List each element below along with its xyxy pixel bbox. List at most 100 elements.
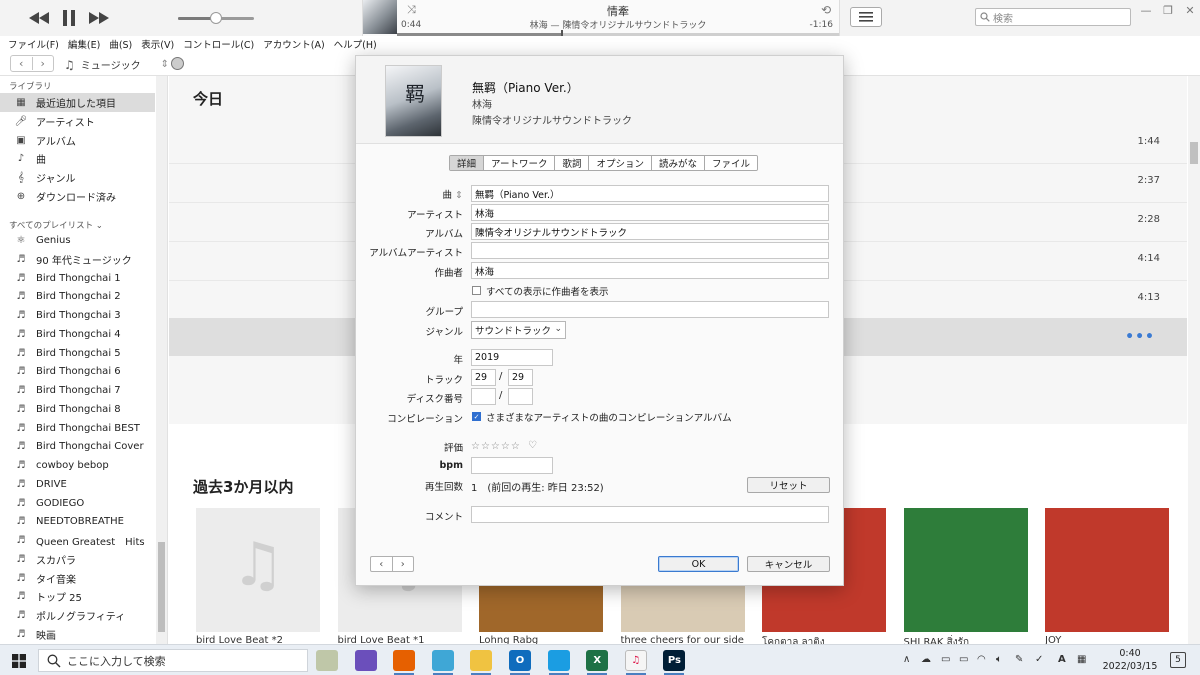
playlist-item[interactable]: ♬ Bird Thongchai 2 xyxy=(0,287,155,306)
chevron-up-icon[interactable]: ∧ xyxy=(903,654,910,665)
input-mode-indicator[interactable]: A xyxy=(1058,654,1066,665)
group-field[interactable] xyxy=(471,301,829,318)
playlist-item[interactable]: ♬ 90 年代ミュージック xyxy=(0,250,155,269)
language-icon[interactable]: ✓ xyxy=(1035,654,1043,665)
dialog-tab[interactable]: 読みがな xyxy=(651,156,705,170)
album-caption[interactable]: Lohng Rabg xyxy=(479,635,603,644)
close-icon[interactable]: ✕ xyxy=(1182,4,1198,18)
genre-select[interactable]: サウンドトラック ⌄ xyxy=(471,321,566,339)
up-next-button[interactable] xyxy=(850,7,882,27)
now-playing-artwork[interactable] xyxy=(363,0,397,34)
network-icon[interactable]: ▭ xyxy=(941,654,950,665)
menu-item[interactable]: ヘルプ(H) xyxy=(334,37,377,51)
year-field[interactable]: 2019 xyxy=(471,349,553,366)
back-arrow-icon[interactable]: ‹ xyxy=(11,57,33,70)
comment-field[interactable] xyxy=(471,506,829,523)
playlist-item[interactable]: ♬ GODIEGO xyxy=(0,494,155,513)
dialog-tab[interactable]: 詳細 xyxy=(450,156,485,170)
windows-start-icon[interactable] xyxy=(12,654,26,671)
track-total-field[interactable]: 29 xyxy=(508,369,533,386)
playlist-item[interactable]: ♬ Bird Thongchai Cover xyxy=(0,437,155,456)
dialog-tab[interactable]: オプション xyxy=(589,156,652,170)
playlist-item[interactable]: ♬ NEEDTOBREATHE xyxy=(0,512,155,531)
playlist-item[interactable]: ♬ Bird Thongchai 7 xyxy=(0,381,155,400)
more-options-icon[interactable]: ••• xyxy=(1125,329,1155,345)
next-track-icon[interactable] xyxy=(88,8,110,28)
menu-item[interactable]: 表示(V) xyxy=(141,37,174,51)
notifications-icon[interactable]: 5 xyxy=(1170,652,1186,668)
ime-icon[interactable]: ▦ xyxy=(1077,654,1086,665)
disc-total-field[interactable] xyxy=(508,388,533,405)
album-caption[interactable]: three cheers for our side xyxy=(621,635,745,644)
volume-icon[interactable]: 🔈︎ xyxy=(996,654,1002,665)
playlist-item[interactable]: ♬ ポルノグラフィティ xyxy=(0,606,155,625)
repeat-icon[interactable]: ⟲ xyxy=(821,3,831,17)
previous-track-arrow-icon[interactable]: ‹ xyxy=(371,557,393,571)
previous-track-icon[interactable] xyxy=(28,8,50,28)
ok-button[interactable]: OK xyxy=(658,556,739,572)
composer-field[interactable]: 林海 xyxy=(471,262,829,279)
system-clock[interactable]: 0:40 2022/03/15 xyxy=(1100,647,1160,673)
minimize-icon[interactable]: — xyxy=(1138,4,1154,18)
excel-app-icon[interactable]: X xyxy=(586,650,609,671)
bpm-field[interactable] xyxy=(471,457,553,474)
volume-knob[interactable] xyxy=(210,12,222,24)
dialog-tab[interactable]: 歌詞 xyxy=(555,156,590,170)
playlist-item[interactable]: ♬ Bird Thongchai 1 xyxy=(0,269,155,288)
taskbar-search-input[interactable]: ここに入力して検索 xyxy=(38,649,308,672)
album-caption[interactable]: bird Love Beat *1 xyxy=(338,635,462,644)
playlist-item[interactable]: ♬ Bird Thongchai 6 xyxy=(0,362,155,381)
sidebar-item[interactable]: ⊕ ダウンロード済み xyxy=(0,187,155,206)
album-cover[interactable] xyxy=(903,508,1028,632)
album-artist-field[interactable] xyxy=(471,242,829,259)
playlists-heading[interactable]: すべてのプレイリスト ⌄ xyxy=(9,219,103,231)
playlist-item[interactable]: ⚛ Genius xyxy=(0,231,155,250)
show-composer-checkbox[interactable] xyxy=(472,286,481,295)
playlist-item[interactable]: ♬ 映画 xyxy=(0,625,155,644)
dialog-tab[interactable]: アートワーク xyxy=(484,156,556,170)
album-cover[interactable] xyxy=(1045,508,1169,632)
menu-item[interactable]: 編集(E) xyxy=(68,37,100,51)
restore-icon[interactable]: ❐ xyxy=(1160,4,1176,18)
cloud-icon[interactable]: ☁ xyxy=(921,654,931,665)
edge-app-icon[interactable] xyxy=(547,650,570,671)
album-caption[interactable]: SHI RAK สิ่งรัก xyxy=(904,635,1028,644)
playlist-item[interactable]: ♬ スカパラ xyxy=(0,550,155,569)
sidebar-item[interactable]: 𝄞 ジャンル xyxy=(0,168,155,187)
next-track-arrow-icon[interactable]: › xyxy=(393,557,414,571)
explorer-app-icon[interactable] xyxy=(470,650,493,671)
itunes-app-icon[interactable]: ♫ xyxy=(624,650,647,671)
pause-icon[interactable] xyxy=(58,8,80,28)
disc-number-field[interactable] xyxy=(471,388,496,405)
main-scrollbar[interactable] xyxy=(1188,76,1200,644)
search-input[interactable]: 検索 xyxy=(975,8,1131,26)
album-caption[interactable]: โคกตาล ลาติง xyxy=(762,635,886,644)
playlist-item[interactable]: ♬ Bird Thongchai 8 xyxy=(0,400,155,419)
playlist-item[interactable]: ♬ DRIVE xyxy=(0,475,155,494)
playlist-item[interactable]: ♬ タイ音楽 xyxy=(0,569,155,588)
reset-button[interactable]: リセット xyxy=(747,477,830,493)
playlist-item[interactable]: ♬ Queen Greatest Hits xyxy=(0,531,155,550)
song-field[interactable]: 無羁（Piano Ver.） xyxy=(471,185,829,202)
menu-item[interactable]: コントロール(C) xyxy=(183,37,254,51)
playlist-item[interactable]: ♬ cowboy bebop xyxy=(0,456,155,475)
volume-slider[interactable] xyxy=(178,12,254,24)
pen-icon[interactable]: ✎ xyxy=(1015,654,1023,665)
sidebar-scroll-thumb[interactable] xyxy=(158,542,165,632)
battery-icon[interactable]: ▭ xyxy=(959,654,968,665)
sidebar-item[interactable]: ♪ 曲 xyxy=(0,149,155,168)
rating-stars[interactable]: ☆☆☆☆☆ xyxy=(471,441,521,452)
album-cover[interactable]: ♫ xyxy=(196,508,320,632)
playlist-item[interactable]: ♬ トップ 25 xyxy=(0,587,155,606)
playlist-item[interactable]: ♬ Bird Thongchai 4 xyxy=(0,325,155,344)
forward-arrow-icon[interactable]: › xyxy=(33,57,54,70)
firefox-app-icon[interactable] xyxy=(393,650,416,671)
photoshop-app-icon[interactable]: Ps xyxy=(663,650,686,671)
playlist-item[interactable]: ♬ Bird Thongchai 3 xyxy=(0,306,155,325)
heart-icon[interactable]: ♡ xyxy=(528,440,537,451)
menu-item[interactable]: ファイル(F) xyxy=(8,37,59,51)
photos-app-icon[interactable] xyxy=(431,650,454,671)
album-field[interactable]: 陳情令オリジナルサウンドトラック xyxy=(471,223,829,240)
dialog-tab[interactable]: ファイル xyxy=(705,156,758,170)
album-caption[interactable]: bird Love Beat *2 xyxy=(196,635,320,644)
